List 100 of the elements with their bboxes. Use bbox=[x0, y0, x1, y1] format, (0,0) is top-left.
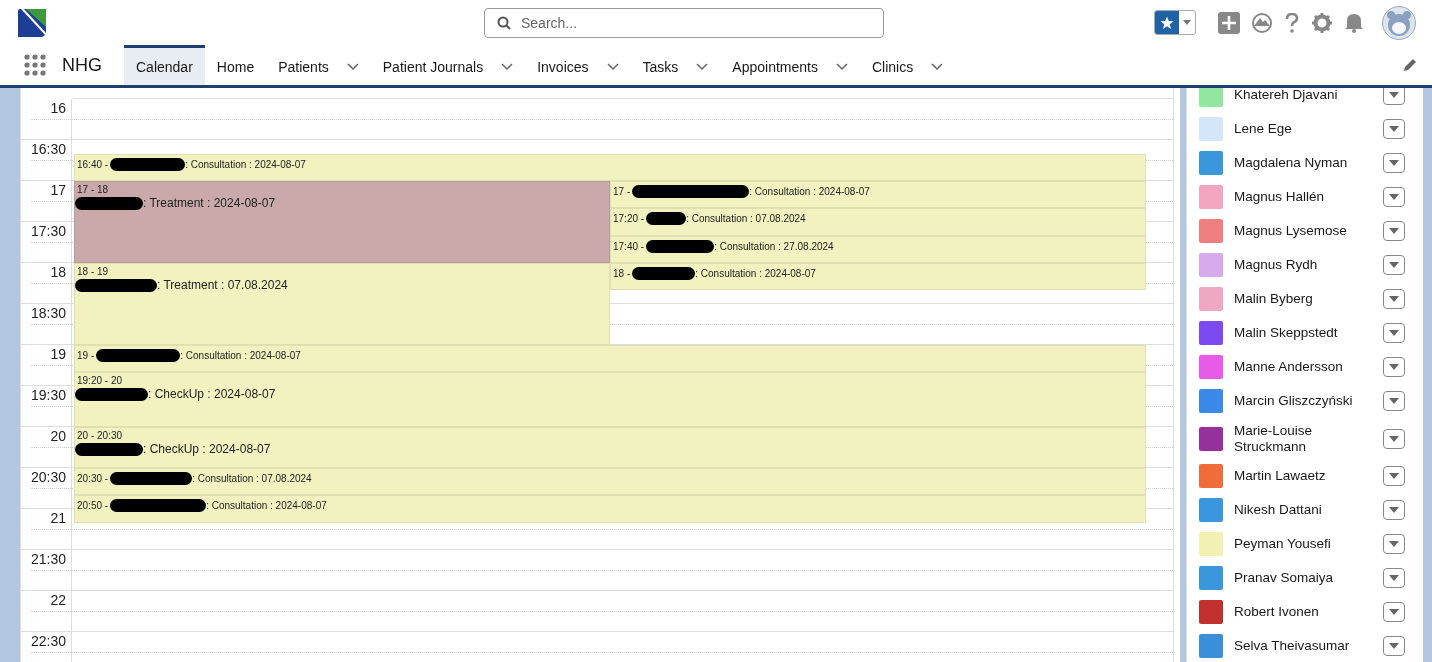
dropdown-button[interactable] bbox=[1383, 500, 1405, 520]
calendar-event[interactable]: 16:40 - : Consultation : 2024-08-07 bbox=[74, 153, 1146, 181]
time-label: 22 bbox=[50, 592, 66, 608]
calendar-event[interactable]: 20 - 20:30 : CheckUp : 2024-08-07 bbox=[74, 427, 1146, 468]
search-field[interactable]: Search... bbox=[484, 7, 884, 38]
event-time: 20:50 - bbox=[77, 500, 109, 512]
calendar-event[interactable]: 18 - 19 : Treatment : 07.08.2024 bbox=[74, 263, 610, 345]
event-title: : CheckUp : 2024-08-07 bbox=[148, 387, 276, 402]
add-icon[interactable] bbox=[1218, 11, 1240, 34]
caret-down-icon bbox=[1389, 92, 1399, 98]
dropdown-button[interactable] bbox=[1383, 153, 1405, 173]
event-title: : Consultation : 07.08.2024 bbox=[686, 213, 806, 225]
calendar-name: Malin Byberg bbox=[1234, 291, 1314, 307]
caret-down-icon bbox=[1389, 541, 1399, 547]
calendar-name: Peyman Yousefi bbox=[1234, 536, 1332, 552]
event-title: : Consultation : 2024-08-07 bbox=[185, 158, 306, 170]
calendar-name: Martin Lawaetz bbox=[1234, 468, 1327, 484]
nav-tab[interactable]: Invoices bbox=[525, 45, 631, 85]
calendar-event[interactable]: 19 - : Consultation : 2024-08-07 bbox=[74, 345, 1146, 373]
calendar-event[interactable]: 20:50 - : Consultation : 2024-08-07 bbox=[74, 495, 1146, 523]
chevron-down-icon[interactable] bbox=[346, 62, 359, 71]
caret-down-icon bbox=[1389, 330, 1399, 336]
time-label: 18 bbox=[50, 264, 66, 280]
calendar-name: Lene Ege bbox=[1234, 121, 1293, 137]
calendar-name: Magdalena Nyman bbox=[1234, 155, 1349, 171]
calendar-name: Manne Andersson bbox=[1234, 359, 1344, 375]
redaction-mark bbox=[632, 267, 696, 280]
time-label: 19:30 bbox=[30, 387, 66, 403]
mountain-icon[interactable] bbox=[1252, 12, 1272, 33]
caret-down-icon bbox=[1389, 575, 1399, 581]
event-title: : Consultation : 27.08.2024 bbox=[714, 240, 834, 252]
event-time: 19 - bbox=[77, 350, 95, 361]
caret-down-icon bbox=[1389, 364, 1399, 370]
nav-tab[interactable]: Tasks bbox=[630, 45, 721, 85]
event-title: : Consultation : 07.08.2024 bbox=[192, 473, 312, 484]
dropdown-button[interactable] bbox=[1383, 289, 1405, 309]
calendar-name: Magnus Hallén bbox=[1234, 189, 1326, 205]
dropdown-button[interactable] bbox=[1383, 534, 1405, 554]
notifications-icon[interactable] bbox=[1344, 12, 1364, 33]
chevron-down-icon[interactable] bbox=[606, 62, 619, 71]
calendar-event[interactable]: 17 - 18 : Treatment : 2024-08-07 bbox=[74, 181, 610, 263]
dropdown-button[interactable] bbox=[1383, 636, 1405, 656]
event-time: 20:30 - bbox=[77, 473, 109, 484]
dropdown-button[interactable] bbox=[1383, 119, 1405, 139]
calendar-event[interactable]: 17:20 - : Consultation : 07.08.2024 bbox=[610, 208, 1146, 236]
edit-icon[interactable] bbox=[1402, 57, 1418, 73]
dropdown-button[interactable] bbox=[1383, 255, 1405, 275]
event-title: : CheckUp : 2024-08-07 bbox=[143, 442, 271, 456]
calendar-event[interactable]: 19:20 - 20 : CheckUp : 2024-08-07 bbox=[74, 372, 1146, 427]
dropdown-button[interactable] bbox=[1383, 357, 1405, 377]
dropdown-button[interactable] bbox=[1383, 466, 1405, 486]
event-title: : Consultation : 2024-08-07 bbox=[206, 500, 327, 512]
calendar-event[interactable]: 17:40 - : Consultation : 27.08.2024 bbox=[610, 235, 1146, 263]
dropdown-button[interactable] bbox=[1383, 221, 1405, 241]
time-label: 19 bbox=[50, 346, 66, 362]
calendar-name: Robert Ivonen bbox=[1234, 604, 1320, 620]
favorites-button[interactable] bbox=[1154, 10, 1196, 35]
caret-down-icon bbox=[1389, 398, 1399, 404]
calendar-event[interactable]: 18 - : Consultation : 2024-08-07 bbox=[610, 263, 1146, 291]
settings-icon[interactable] bbox=[1312, 12, 1332, 33]
app-launcher-icon[interactable] bbox=[24, 54, 46, 76]
nav-tab[interactable]: Patient Journals bbox=[370, 45, 526, 85]
event-time: 17 - 18 bbox=[77, 184, 109, 195]
caret-down-icon bbox=[1389, 126, 1399, 132]
search-icon bbox=[497, 15, 511, 30]
event-title: : Consultation : 2024-08-07 bbox=[180, 350, 301, 361]
time-label: 20 bbox=[50, 428, 66, 444]
dropdown-button[interactable] bbox=[1383, 88, 1405, 105]
calendar-name: Magnus Lysemose bbox=[1234, 223, 1348, 239]
nav-tab[interactable]: Clinics bbox=[859, 45, 956, 85]
nav-tab[interactable]: Patients bbox=[266, 45, 371, 85]
time-label: 17 bbox=[50, 182, 66, 198]
logo-icon bbox=[18, 8, 46, 37]
help-icon[interactable] bbox=[1284, 12, 1300, 33]
caret-down-icon bbox=[1389, 643, 1399, 649]
redaction-mark bbox=[646, 239, 715, 253]
event-time: 20 - 20:30 bbox=[77, 430, 123, 441]
event-time: 18 - bbox=[613, 268, 631, 279]
dropdown-button[interactable] bbox=[1383, 428, 1405, 449]
redaction-mark bbox=[75, 442, 143, 456]
dropdown-button[interactable] bbox=[1383, 187, 1405, 207]
calendar-event[interactable]: 20:30 - : Consultation : 07.08.2024 bbox=[74, 468, 1146, 496]
chevron-down-icon[interactable] bbox=[696, 62, 709, 71]
dropdown-button[interactable] bbox=[1383, 323, 1405, 343]
chevron-down-icon[interactable] bbox=[931, 62, 944, 71]
nav-tab[interactable]: Appointments bbox=[720, 45, 860, 85]
caret-down-icon bbox=[1389, 435, 1399, 442]
time-label: 21:30 bbox=[30, 551, 66, 567]
calendar-name: Selva Theivasumar bbox=[1234, 638, 1351, 654]
nav-tab[interactable]: Home bbox=[204, 45, 267, 85]
chevron-down-icon[interactable] bbox=[501, 62, 514, 71]
star-icon bbox=[1160, 15, 1174, 30]
dropdown-button[interactable] bbox=[1383, 568, 1405, 588]
calendar-event[interactable]: 17 - : Consultation : 2024-08-07 bbox=[610, 181, 1146, 209]
dropdown-button[interactable] bbox=[1383, 391, 1405, 411]
nav-tab[interactable]: Calendar bbox=[124, 45, 205, 85]
redaction-mark bbox=[75, 196, 143, 210]
dropdown-button[interactable] bbox=[1383, 602, 1405, 622]
avatar-icon[interactable] bbox=[1382, 5, 1416, 40]
chevron-down-icon[interactable] bbox=[835, 62, 848, 71]
